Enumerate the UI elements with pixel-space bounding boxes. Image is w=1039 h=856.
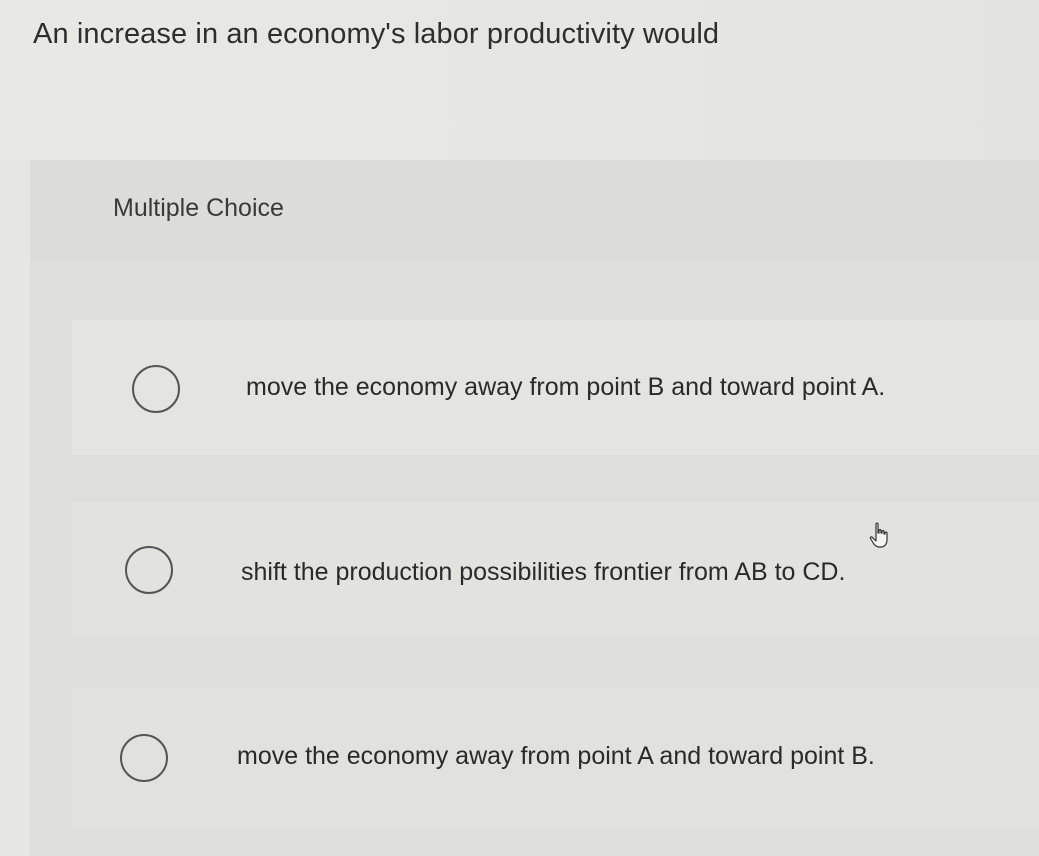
choice-option-2-label: shift the production possibilities front…: [241, 558, 846, 586]
question-prompt: An increase in an economy's labor produc…: [33, 18, 720, 50]
choice-option-1-label: move the economy away from point B and t…: [246, 373, 886, 401]
radio-button-2[interactable]: [125, 546, 173, 594]
radio-button-1[interactable]: [132, 365, 180, 413]
choice-option-1[interactable]: move the economy away from point B and t…: [72, 320, 1039, 455]
question-type-label: Multiple Choice: [113, 194, 284, 222]
radio-button-3[interactable]: [120, 734, 168, 782]
choice-option-3-label: move the economy away from point A and t…: [237, 742, 875, 770]
choice-option-2[interactable]: shift the production possibilities front…: [72, 502, 1039, 637]
question-area: An increase in an economy's labor produc…: [0, 0, 1039, 160]
choice-option-3[interactable]: move the economy away from point A and t…: [72, 688, 1039, 828]
hand-pointer-icon: [869, 522, 888, 548]
